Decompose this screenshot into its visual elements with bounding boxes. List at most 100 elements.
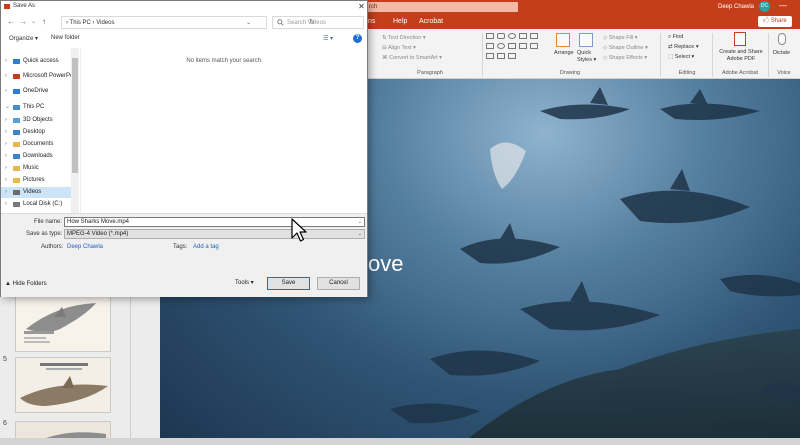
rounded-rect-shape-icon[interactable] <box>497 33 505 39</box>
bracket-shape-icon[interactable] <box>497 53 505 59</box>
line-shape-icon[interactable] <box>530 33 538 39</box>
nav-tree-item[interactable]: › Desktop <box>1 127 73 138</box>
select-button[interactable]: ⬚ Select ▾ <box>668 54 694 61</box>
textbox-shape-icon[interactable] <box>519 33 527 39</box>
view-options-icon[interactable]: ☰ ▾ <box>323 35 333 42</box>
quick-styles-icon[interactable] <box>579 33 593 47</box>
slide-thumbnail[interactable] <box>15 294 111 352</box>
tools-menu-button[interactable]: Tools ▾ <box>235 279 254 286</box>
recent-locations-icon[interactable]: ⌄ <box>31 16 36 28</box>
nav-tree-item[interactable]: › Videos <box>1 187 73 198</box>
filename-value[interactable]: How Sharks Move.mp4 <box>67 219 129 225</box>
minimize-icon[interactable]: — <box>779 1 787 11</box>
arrange-icon[interactable] <box>556 33 570 47</box>
chevron-down-icon[interactable]: ⌄ <box>358 230 362 238</box>
nav-tree-label: Downloads <box>23 153 53 159</box>
address-bar[interactable]: › This PC › Videos ⌄ ↻ <box>61 16 315 29</box>
slide-thumbnail[interactable] <box>15 357 111 413</box>
tab-acrobat[interactable]: Acrobat <box>419 14 443 29</box>
tags-input[interactable]: Add a tag <box>193 242 219 252</box>
convert-smartart-button[interactable]: ⌘ Convert to SmartArt ▾ <box>382 55 442 62</box>
microphone-icon[interactable] <box>778 33 786 45</box>
slide-title[interactable]: ove <box>368 251 403 277</box>
forward-arrow-icon[interactable]: → <box>19 16 27 28</box>
filename-input[interactable]: How Sharks Move.mp4 ⌄ <box>64 217 365 227</box>
tree-expander-icon[interactable]: › <box>5 71 7 82</box>
close-icon[interactable]: ✕ <box>356 1 367 12</box>
dictate-button[interactable]: Dictate <box>773 50 790 57</box>
shapes-gallery[interactable] <box>486 33 548 65</box>
tree-expander-icon[interactable]: › <box>5 187 7 198</box>
adobe-pdf-icon[interactable] <box>734 32 746 46</box>
arrange-button[interactable]: Arrange <box>554 50 574 57</box>
nav-tree-item[interactable]: › Microsoft PowerPo <box>1 71 73 82</box>
arrow-shape-icon[interactable] <box>486 43 494 49</box>
oval-shape-icon[interactable] <box>508 33 516 39</box>
quick-styles-button[interactable]: Quick Styles ▾ <box>577 50 599 64</box>
create-share-pdf-button[interactable]: Create and Share Adobe PDF <box>716 49 766 63</box>
ppt-search-box[interactable]: rch <box>366 2 518 12</box>
nav-tree-item[interactable]: › Music <box>1 163 73 174</box>
nav-tree-item[interactable]: › Documents <box>1 139 73 150</box>
callout-shape-icon[interactable] <box>486 53 494 59</box>
ppt-user-name[interactable]: Deep Chawla <box>718 2 754 12</box>
new-folder-button[interactable]: New folder <box>51 35 80 41</box>
organize-button[interactable]: Organize ▾ <box>9 35 38 42</box>
tree-expander-icon[interactable]: › <box>5 175 7 186</box>
hide-folders-button[interactable]: ▲ Hide Folders <box>5 281 47 287</box>
brace-shape-icon[interactable] <box>519 43 527 49</box>
up-arrow-icon[interactable]: ↑ <box>42 16 46 28</box>
nav-tree-label: OneDrive <box>23 88 49 94</box>
filetype-value[interactable]: MPEG-4 Video (*.mp4) <box>67 231 128 237</box>
tree-expander-icon[interactable]: › <box>5 139 7 150</box>
triangle-shape-icon[interactable] <box>508 43 516 49</box>
nav-tree-item[interactable]: › Downloads <box>1 151 73 162</box>
star-shape-icon[interactable] <box>530 43 538 49</box>
help-icon[interactable]: ? <box>353 34 362 43</box>
chevron-down-icon[interactable]: ⌄ <box>358 218 362 226</box>
align-text-button[interactable]: ⊟ Align Text ▾ <box>382 45 416 52</box>
chevron-down-icon[interactable]: ⌄ <box>246 17 251 29</box>
text-direction-button[interactable]: ⇅ Text Direction ▾ <box>382 35 426 42</box>
search-input[interactable]: Search Videos <box>272 16 364 29</box>
tree-expander-icon[interactable]: › <box>5 151 7 162</box>
find-button[interactable]: ⌕ Find <box>668 34 683 41</box>
breadcrumb[interactable]: › This PC › Videos <box>66 17 114 29</box>
shape-fill-button[interactable]: ◇ Shape Fill ▾ <box>603 35 638 42</box>
back-arrow-icon[interactable]: ← <box>7 16 15 28</box>
shape-outline-button[interactable]: ◇ Shape Outline ▾ <box>603 45 648 52</box>
avatar[interactable]: DC <box>759 1 770 12</box>
nav-tree-item[interactable]: › Pictures <box>1 175 73 186</box>
tab-help[interactable]: Help <box>393 14 407 29</box>
nav-tree-item[interactable]: › 3D Objects <box>1 115 73 126</box>
curve-shape-icon[interactable] <box>508 53 516 59</box>
tab-add-ins[interactable]: ns <box>368 14 375 29</box>
nav-tree-item[interactable]: › OneDrive <box>1 86 73 97</box>
tree-expander-icon[interactable]: › <box>5 86 7 97</box>
replace-button[interactable]: ⇄ Replace ▾ <box>668 44 699 51</box>
cancel-button[interactable]: Cancel <box>317 277 360 290</box>
scrollbar-thumb[interactable] <box>72 58 78 173</box>
filetype-select[interactable]: MPEG-4 Video (*.mp4) ⌄ <box>64 229 365 239</box>
file-list-pane[interactable]: No items match your search. <box>80 48 367 213</box>
tree-expander-icon[interactable]: › <box>5 199 7 210</box>
rectangle-shape-icon[interactable] <box>486 33 494 39</box>
tree-expander-icon[interactable]: › <box>5 127 7 138</box>
tree-expander-icon[interactable]: › <box>5 163 7 174</box>
tree-expander-icon[interactable]: › <box>5 56 7 67</box>
nav-tree-item[interactable]: ⌄ This PC <box>1 102 73 113</box>
navigation-scrollbar[interactable] <box>71 48 79 213</box>
circle-shape-icon[interactable] <box>497 43 505 49</box>
save-button[interactable]: Save <box>267 277 310 290</box>
tree-expander-icon[interactable]: ⌄ <box>5 102 10 113</box>
dialog-footer: ▲ Hide Folders Tools ▾ Save Cancel <box>1 257 367 297</box>
empty-results-message: No items match your search. <box>186 58 263 64</box>
nav-tree-label: Desktop <box>23 129 46 135</box>
share-button[interactable]: 🖒 Share <box>758 16 792 27</box>
navigation-pane[interactable]: › Quick access › Microsoft PowerPo › OneDrive… <box>1 48 79 213</box>
nav-tree-item[interactable]: › Quick access <box>1 56 73 67</box>
authors-value[interactable]: Deep Chawla <box>67 242 103 252</box>
nav-tree-item[interactable]: › Local Disk (C:) <box>1 199 73 210</box>
tree-expander-icon[interactable]: › <box>5 115 7 126</box>
shape-effects-button[interactable]: ◇ Shape Effects ▾ <box>603 55 647 62</box>
